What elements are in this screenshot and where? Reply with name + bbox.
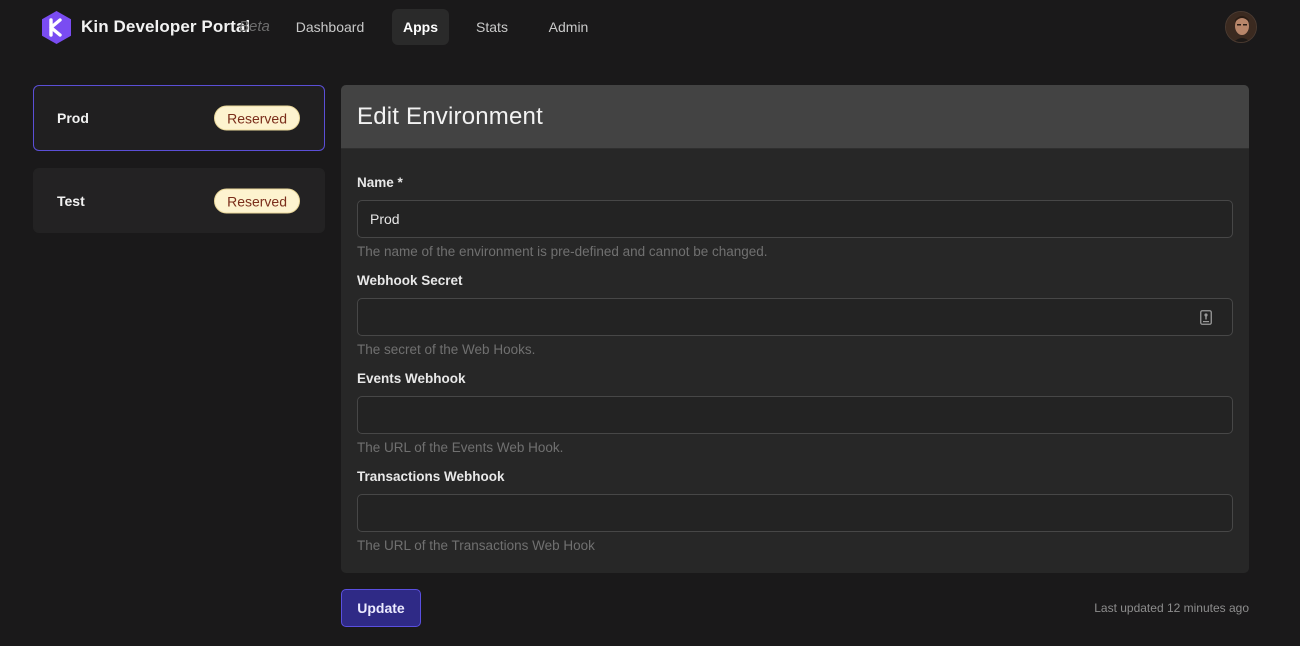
- transactions-webhook-field-group: Transactions Webhook The URL of the Tran…: [357, 469, 1233, 553]
- events-webhook-input[interactable]: [357, 396, 1233, 434]
- webhook-secret-field-group: Webhook Secret The secret of the Web Hoo…: [357, 273, 1233, 357]
- brand-title[interactable]: Kin Developer Portal: [81, 17, 250, 37]
- name-label: Name *: [357, 175, 403, 190]
- webhook-secret-help-text: The secret of the Web Hooks.: [357, 342, 536, 357]
- events-webhook-field-group: Events Webhook The URL of the Events Web…: [357, 371, 1233, 455]
- transactions-webhook-help-text: The URL of the Transactions Web Hook: [357, 538, 595, 553]
- user-avatar-icon[interactable]: [1225, 11, 1257, 43]
- beta-label: Beta: [239, 18, 270, 35]
- webhook-secret-input[interactable]: [357, 298, 1233, 336]
- top-navigation: Kin Developer Portal Beta Dashboard Apps…: [0, 0, 1300, 54]
- name-field-group: Name * Prod The name of the environment …: [357, 175, 1233, 259]
- kin-logo-icon[interactable]: [40, 11, 73, 44]
- transactions-webhook-input[interactable]: [357, 494, 1233, 532]
- env-card-prod[interactable]: Prod Reserved: [33, 85, 325, 151]
- password-manager-key-icon[interactable]: [1200, 310, 1212, 325]
- env-card-test[interactable]: Test Reserved: [33, 168, 325, 233]
- last-updated-text: Last updated 12 minutes ago: [1094, 601, 1249, 615]
- tab-stats[interactable]: Stats: [467, 9, 517, 45]
- page-title: Edit Environment: [357, 102, 543, 130]
- name-help-text: The name of the environment is pre-defin…: [357, 244, 768, 259]
- events-webhook-help-text: The URL of the Events Web Hook.: [357, 440, 564, 455]
- update-button[interactable]: Update: [341, 589, 421, 627]
- tab-apps[interactable]: Apps: [392, 9, 449, 45]
- events-webhook-label: Events Webhook: [357, 371, 466, 386]
- tab-dashboard[interactable]: Dashboard: [287, 9, 373, 45]
- panel-header: Edit Environment: [341, 85, 1249, 149]
- status-badge: Reserved: [214, 188, 300, 213]
- webhook-secret-label: Webhook Secret: [357, 273, 463, 288]
- transactions-webhook-label: Transactions Webhook: [357, 469, 505, 484]
- env-name: Test: [57, 192, 85, 209]
- edit-environment-panel: Edit Environment Name * Prod The name of…: [341, 85, 1249, 573]
- status-badge: Reserved: [214, 105, 300, 131]
- tab-admin[interactable]: Admin: [537, 9, 600, 45]
- env-name: Prod: [57, 110, 89, 126]
- name-input[interactable]: Prod: [357, 200, 1233, 238]
